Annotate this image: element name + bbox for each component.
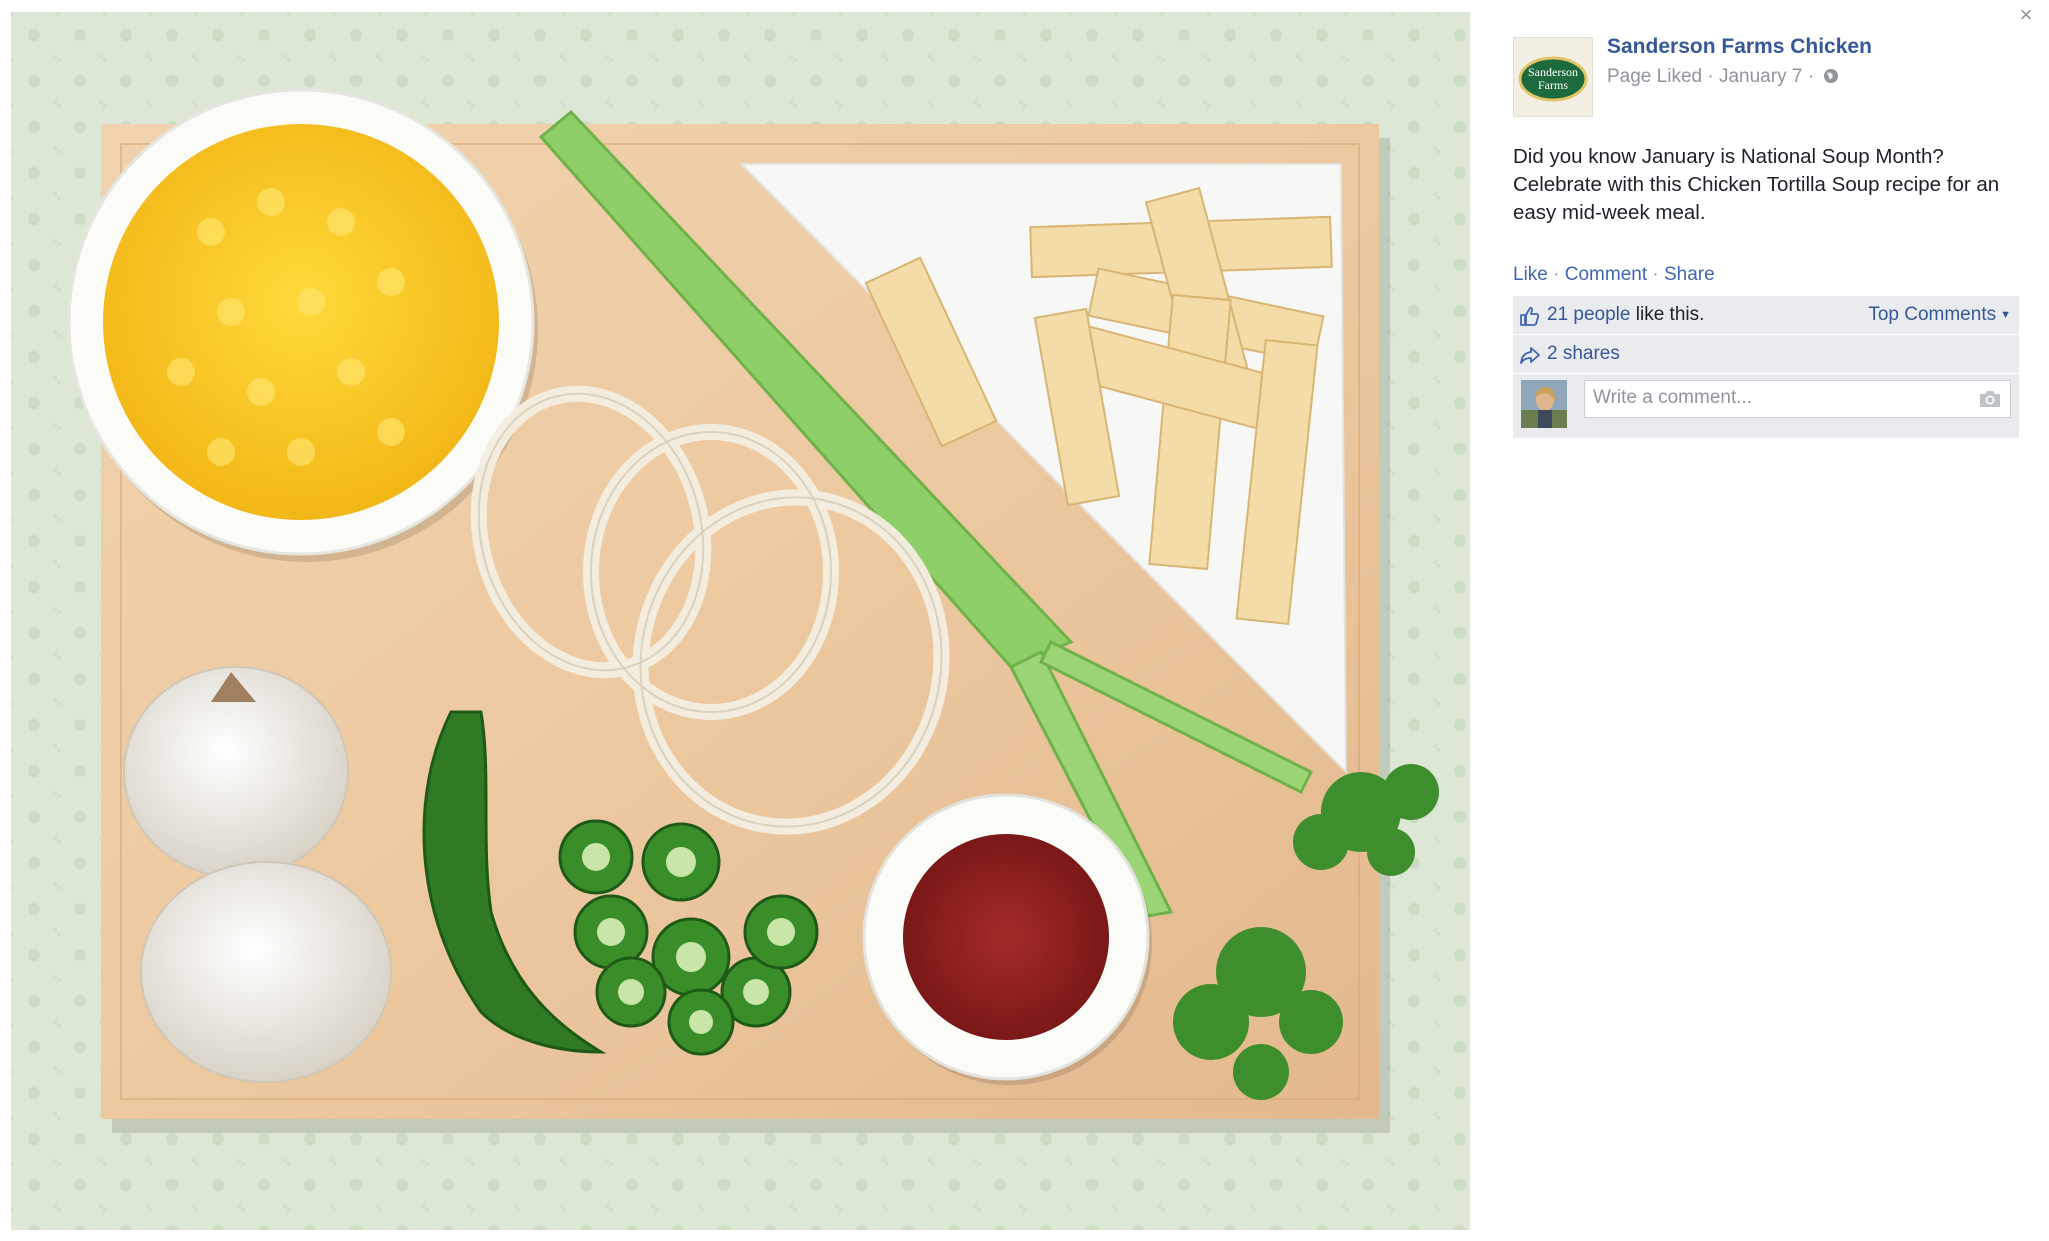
comment-button[interactable]: Comment: [1565, 264, 1647, 285]
share-arrow-icon: [1520, 347, 1540, 364]
action-separator: ·: [1652, 264, 1664, 285]
likes-row: 21 people like this. Top Comments ▼: [1513, 296, 2019, 335]
comment-field[interactable]: [1584, 380, 2011, 418]
comment-input[interactable]: [1585, 381, 1961, 415]
shares-count-link[interactable]: 2 shares: [1547, 343, 1620, 365]
meta-separator: ·: [1807, 66, 1820, 87]
post-date[interactable]: January 7: [1719, 66, 1802, 87]
share-button[interactable]: Share: [1664, 264, 1715, 285]
ingredients-photo: [11, 12, 1470, 1230]
action-separator: ·: [1553, 264, 1565, 285]
logo-text-2: Farms: [1538, 78, 1568, 92]
chevron-down-icon: ▼: [2000, 309, 2011, 321]
close-icon[interactable]: ×: [2015, 4, 2037, 26]
avatar[interactable]: [1521, 380, 1567, 428]
post-photo[interactable]: [11, 12, 1470, 1230]
post-meta: Page Liked · January 7 ·: [1607, 66, 1839, 88]
likes-count-link[interactable]: 21 people: [1547, 304, 1630, 325]
post-message: Did you know January is National Soup Mo…: [1513, 145, 2000, 224]
thumbs-up-icon: [1520, 306, 1540, 326]
page-liked-status: Page Liked: [1607, 66, 1703, 87]
likes-suffix: like this.: [1635, 304, 1705, 325]
logo-text-1: Sanderson: [1528, 65, 1578, 79]
post-sidebar: × Sanderson Farms Sanderson Farms Chicke…: [1480, 0, 2049, 1241]
page-avatar[interactable]: Sanderson Farms: [1513, 37, 1593, 117]
like-button[interactable]: Like: [1513, 264, 1548, 285]
post-actions: Like · Comment · Share: [1513, 264, 1715, 286]
shares-row: 2 shares: [1513, 335, 2019, 374]
feedback-panel: 21 people like this. Top Comments ▼ 2 sha…: [1513, 296, 2019, 438]
globe-icon: [1824, 69, 1839, 83]
top-comments-dropdown[interactable]: Top Comments ▼: [1868, 304, 2011, 326]
likes-summary: 21 people like this.: [1547, 304, 1704, 326]
top-comments-label: Top Comments: [1868, 304, 1997, 325]
meta-separator: ·: [1707, 66, 1719, 87]
camera-icon[interactable]: [1978, 389, 2002, 409]
page-name-link[interactable]: Sanderson Farms Chicken: [1607, 35, 1872, 59]
